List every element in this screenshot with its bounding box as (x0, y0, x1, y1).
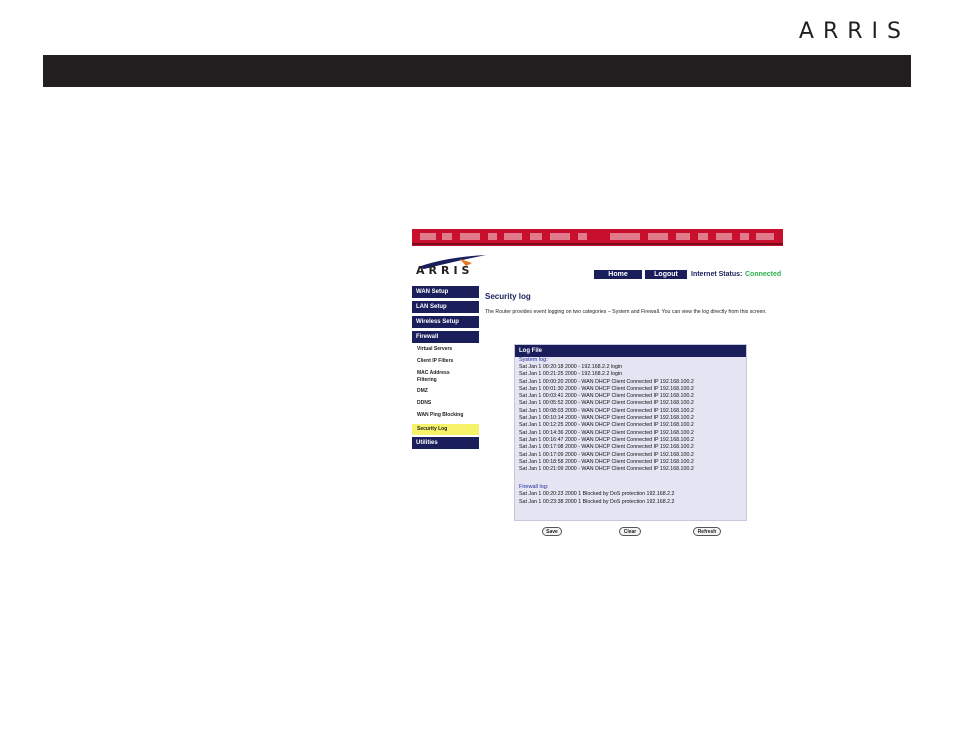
log-line: Sat Jan 1 00:18:58 2000 - WAN DHCP Clien… (519, 458, 694, 465)
arris-logo-text: ARRIS (416, 264, 474, 277)
sidebar-subitem-client-ip-filters[interactable]: Client IP Filters (412, 358, 479, 365)
sidebar-subitem-virtual-servers[interactable]: Virtual Servers (412, 346, 479, 353)
internet-status-value: Connected (745, 271, 782, 278)
arris-brand-logo: ARRIS (798, 19, 910, 44)
save-button[interactable]: Save (542, 527, 562, 536)
header-bar (43, 55, 911, 87)
sidebar-item-utilities[interactable]: Utilities (412, 437, 479, 449)
internet-status-label: Internet Status: (691, 271, 743, 278)
log-line: Sat Jan 1 00:21:09 2000 - WAN DHCP Clien… (519, 466, 694, 473)
log-line: Sat Jan 1 00:12:25 2000 - WAN DHCP Clien… (519, 422, 694, 429)
log-line: Sat Jan 1 00:14:36 2000 - WAN DHCP Clien… (519, 429, 694, 436)
log-line: Sat Jan 1 00:20:23 2000 1 Blocked by DoS… (519, 491, 675, 498)
sidebar-subitem-dmz[interactable]: DMZ (412, 388, 479, 395)
firewall-log-label: Firewall log: (519, 484, 549, 491)
log-file-header: Log File (515, 345, 746, 357)
sidebar-item-wireless-setup[interactable]: Wireless Setup (412, 316, 479, 328)
sidebar-subitem-wan-ping-blocking[interactable]: WAN Ping Blocking (412, 412, 479, 419)
home-button[interactable]: Home (594, 270, 642, 279)
log-line: Sat Jan 1 00:17:09 2000 - WAN DHCP Clien… (519, 451, 694, 458)
sidebar-item-wan-setup[interactable]: WAN Setup (412, 286, 479, 298)
log-line: Sat Jan 1 00:03:41 2000 - WAN DHCP Clien… (519, 393, 694, 400)
decorative-banner (412, 229, 783, 246)
log-line: Sat Jan 1 00:10:14 2000 - WAN DHCP Clien… (519, 415, 694, 422)
logout-button[interactable]: Logout (645, 270, 687, 279)
refresh-button[interactable]: Refresh (693, 527, 721, 536)
system-log-label: System log: (519, 357, 548, 363)
log-line: Sat Jan 1 00:21:25 2000 - 192.168.2.2 lo… (519, 371, 623, 378)
page-title: Security log (485, 292, 531, 301)
log-line: Sat Jan 1 00:17:08 2000 - WAN DHCP Clien… (519, 444, 694, 451)
system-log-list: Sat Jan 1 00:20:18 2000 - 192.168.2.2 lo… (515, 364, 746, 473)
log-line: Sat Jan 1 00:20:18 2000 - 192.168.2.2 lo… (519, 364, 623, 370)
log-line: Sat Jan 1 00:01:30 2000 - WAN DHCP Clien… (519, 385, 694, 392)
sidebar-item-firewall[interactable]: Firewall (412, 331, 479, 343)
log-file-panel[interactable]: Log File System log: Sat Jan 1 00:20:18 … (514, 344, 747, 521)
router-ui-screenshot: ARRIS Home Logout Internet Status: Conne… (412, 229, 783, 541)
sidebar-subitem-security-log[interactable]: Security Log (412, 424, 479, 435)
log-line: Sat Jan 1 00:16:47 2000 - WAN DHCP Clien… (519, 436, 694, 443)
sidebar-subitem-mac-filtering[interactable]: MAC Address Filtering (412, 370, 467, 384)
log-line: Sat Jan 1 00:23:38 2000 1 Blocked by DoS… (519, 498, 675, 505)
log-line: Sat Jan 1 00:00:20 2000 - WAN DHCP Clien… (519, 378, 694, 385)
sidebar: WAN Setup LAN Setup Wireless Setup Firew… (412, 286, 479, 452)
sidebar-subitem-ddns[interactable]: DDNS (412, 400, 479, 407)
firewall-log-list: Sat Jan 1 00:20:23 2000 1 Blocked by DoS… (515, 491, 746, 506)
log-line: Sat Jan 1 00:05:52 2000 - WAN DHCP Clien… (519, 400, 694, 407)
sidebar-item-lan-setup[interactable]: LAN Setup (412, 301, 479, 313)
clear-button[interactable]: Clear (619, 527, 641, 536)
page-description: The Router provides event logging on two… (485, 309, 767, 315)
log-line: Sat Jan 1 00:08:03 2000 - WAN DHCP Clien… (519, 407, 694, 414)
